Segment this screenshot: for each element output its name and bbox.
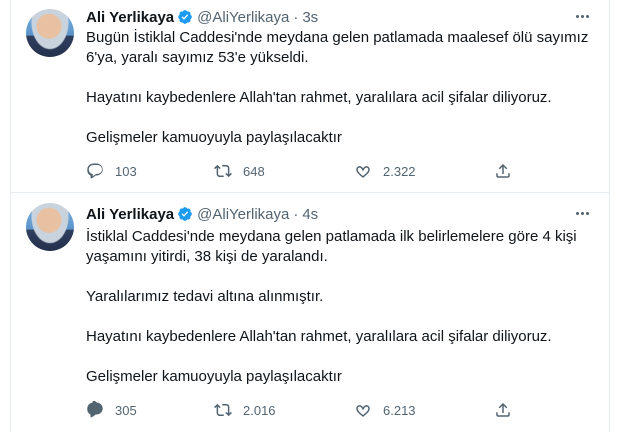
avatar[interactable] [26,9,74,57]
tweet-paragraph: Yaralılarımız tedavi altına alınmıştır. [86,288,324,305]
reply-icon [87,163,103,179]
tweet-text: Bugün İstiklal Caddesi'nde meydana gelen… [86,28,596,148]
tweet-paragraph: İstiklal Caddesi'nde meydana gelen patla… [86,228,577,265]
author-handle[interactable]: @AliYerlikaya [197,206,289,223]
verified-badge-icon [178,10,192,24]
reply-button[interactable]: 305 [86,400,214,420]
tweet-text: İstiklal Caddesi'nde meydana gelen patla… [86,227,596,387]
tweet-header: Ali Yerlikaya @AliYerlikaya · 4s [86,205,318,223]
share-button[interactable] [494,400,524,420]
heart-icon [356,405,370,417]
share-button[interactable] [494,161,524,181]
reply-button[interactable]: 103 [86,161,214,181]
like-count: 2.322 [383,163,416,179]
heart-icon [356,166,370,178]
tweet[interactable]: Ali Yerlikaya @AliYerlikaya · 4s İstikla… [10,193,610,432]
retweet-icon [214,164,232,178]
tweet-paragraph: Bugün İstiklal Caddesi'nde meydana gelen… [86,29,589,66]
like-count: 6.213 [383,402,416,418]
reply-icon [87,401,103,418]
verified-badge-icon [178,207,192,221]
separator-dot: · [293,205,299,223]
tweet-actions: 103 648 2.322 [86,161,526,181]
tweet-actions: 305 2.016 6.213 [86,400,526,420]
tweet[interactable]: Ali Yerlikaya @AliYerlikaya · 3s Bugün İ… [10,0,610,193]
retweet-icon [214,403,232,417]
like-button[interactable]: 6.213 [354,400,494,420]
retweet-count: 2.016 [243,402,276,418]
retweet-button[interactable]: 648 [214,161,354,181]
share-icon [496,402,510,417]
tweet-paragraph: Gelişmeler kamuoyuyla paylaşılacaktır [86,129,342,146]
tweet-paragraph: Hayatını kaybedenlere Allah'tan rahmet, … [86,328,552,345]
reply-count: 305 [115,402,137,418]
avatar[interactable] [26,203,74,251]
tweet-paragraph: Gelişmeler kamuoyuyla paylaşılacaktır [86,368,342,385]
like-button[interactable]: 2.322 [354,161,494,181]
author-name[interactable]: Ali Yerlikaya [86,206,174,223]
more-options-icon[interactable] [572,203,592,223]
separator-dot: · [293,8,299,26]
tweet-paragraph: Hayatını kaybedenlere Allah'tan rahmet, … [86,89,552,106]
tweet-header: Ali Yerlikaya @AliYerlikaya · 3s [86,8,318,26]
timestamp[interactable]: 3s [302,9,318,26]
author-name[interactable]: Ali Yerlikaya [86,9,174,26]
retweet-count: 648 [243,163,265,179]
timestamp[interactable]: 4s [302,206,318,223]
share-icon [496,163,510,178]
retweet-button[interactable]: 2.016 [214,400,354,420]
more-options-icon[interactable] [572,6,592,26]
reply-count: 103 [115,163,137,179]
author-handle[interactable]: @AliYerlikaya [197,9,289,26]
